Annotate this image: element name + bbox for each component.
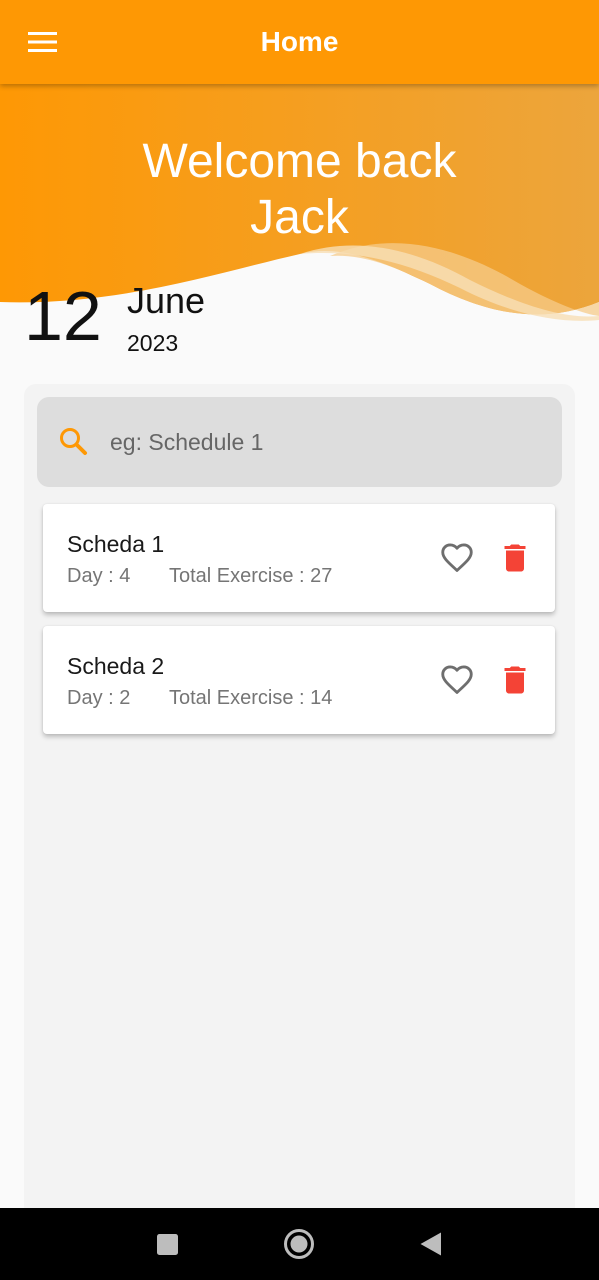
trash-icon[interactable]	[497, 540, 533, 576]
circle-home-icon[interactable]	[283, 1228, 315, 1260]
schedule-card[interactable]: Scheda 2 Day : 2 Total Exercise : 14	[43, 626, 555, 734]
search-input[interactable]: eg: Schedule 1	[37, 397, 562, 487]
triangle-back-icon[interactable]	[418, 1231, 444, 1257]
heart-outline-icon[interactable]	[439, 662, 475, 698]
square-recent-apps-icon[interactable]	[156, 1233, 179, 1256]
schedule-card[interactable]: Scheda 1 Day : 4 Total Exercise : 27	[43, 504, 555, 612]
schedule-panel: eg: Schedule 1 Scheda 1 Day : 4 Total Ex…	[24, 384, 575, 1224]
schedule-exercise-count: Total Exercise : 14	[169, 687, 333, 709]
search-icon	[60, 428, 87, 455]
trash-icon[interactable]	[497, 662, 533, 698]
schedule-days: Day : 4	[67, 565, 131, 587]
date-day: 12	[24, 277, 102, 355]
welcome-message: Welcome back Jack	[0, 134, 599, 246]
date-month: June	[127, 280, 206, 321]
schedule-days: Day : 2	[67, 687, 131, 709]
schedule-title: Scheda 2	[67, 653, 165, 679]
welcome-line: Welcome back	[142, 135, 457, 188]
schedule-title: Scheda 1	[67, 531, 165, 557]
app-bar: Home	[0, 0, 599, 84]
schedule-exercise-count: Total Exercise : 27	[169, 565, 333, 587]
heart-outline-icon[interactable]	[439, 540, 475, 576]
date-year: 2023	[127, 330, 179, 356]
page-title: Home	[260, 26, 339, 57]
system-navigation-bar	[0, 1208, 599, 1280]
user-name: Jack	[250, 191, 349, 244]
search-placeholder: eg: Schedule 1	[110, 429, 264, 455]
